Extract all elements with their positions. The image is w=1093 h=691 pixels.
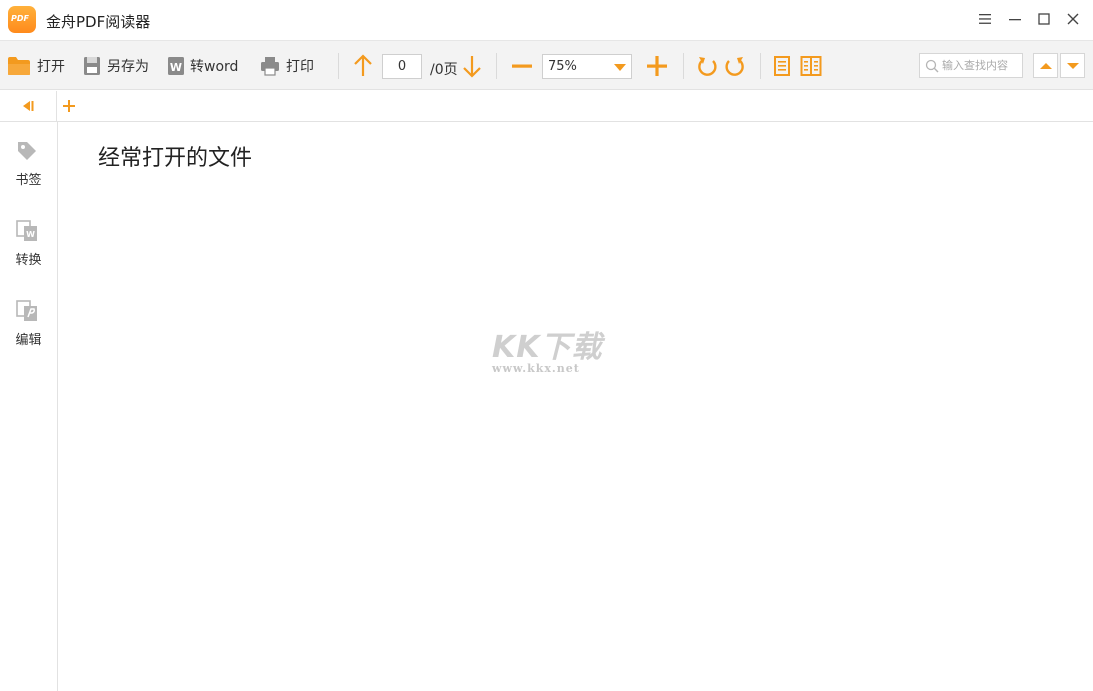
- search-icon: [925, 59, 939, 73]
- save-as-label: 另存为: [107, 59, 149, 75]
- watermark: KK下载 www.kkx.net: [490, 318, 620, 378]
- close-icon: [1067, 13, 1079, 25]
- print-label: 打印: [286, 59, 314, 75]
- arrow-down-icon: [463, 56, 481, 78]
- open-button[interactable]: 打开: [7, 54, 65, 78]
- main-content: 经常打开的文件 KK下载 www.kkx.net: [58, 122, 1093, 691]
- zoom-in-button[interactable]: [646, 54, 668, 78]
- zoom-value: 75%: [548, 59, 577, 74]
- close-button[interactable]: [1060, 8, 1086, 30]
- collapse-left-icon: [23, 101, 34, 111]
- minus-icon: [512, 64, 532, 68]
- sidebar-item-label: 转换: [15, 253, 42, 268]
- recent-files-title: 经常打开的文件: [98, 146, 253, 171]
- previous-page-button[interactable]: [352, 54, 374, 78]
- triangle-down-icon: [1066, 62, 1079, 69]
- plus-icon: [63, 100, 75, 112]
- search-previous-button[interactable]: [1033, 53, 1058, 78]
- menu-button[interactable]: [972, 8, 998, 30]
- rotate-right-icon: [725, 57, 744, 76]
- minimize-icon: [1009, 19, 1021, 21]
- single-page-icon: [774, 56, 790, 76]
- next-page-button[interactable]: [461, 54, 483, 78]
- sidebar: 书签 W 转换 编辑: [0, 122, 58, 691]
- single-page-view-button[interactable]: [773, 54, 791, 78]
- toolbar-divider: [760, 53, 761, 79]
- page-total: /0页: [430, 62, 458, 78]
- convert-icon: W: [16, 220, 37, 241]
- word-icon: W: [168, 57, 184, 75]
- rotate-left-icon: [698, 57, 717, 76]
- title-bar: PDF 金舟PDF阅读器: [0, 0, 1093, 40]
- sidebar-item-label: 书签: [15, 173, 42, 188]
- word-badge: W: [170, 61, 182, 74]
- toolbar-divider: [496, 53, 497, 79]
- toolbar: 打开 另存为 W 转word 打印 /0页 75%: [0, 40, 1093, 90]
- plus-icon: [647, 56, 667, 76]
- zoom-out-button[interactable]: [511, 54, 533, 78]
- maximize-button[interactable]: [1031, 8, 1057, 30]
- search-box: [919, 53, 1023, 78]
- app-logo-text: PDF: [11, 14, 29, 23]
- save-as-button[interactable]: 另存为: [83, 54, 149, 78]
- sidebar-item-bookmarks[interactable]: 书签: [0, 122, 57, 188]
- word-badge: W: [26, 230, 35, 239]
- search-input[interactable]: [942, 57, 1020, 74]
- menu-icon: [979, 14, 991, 24]
- watermark-url: www.kkx.net: [492, 362, 580, 375]
- double-page-view-button[interactable]: [800, 54, 822, 78]
- open-label: 打开: [37, 59, 65, 75]
- to-word-label: 转word: [190, 59, 239, 75]
- toolbar-divider: [683, 53, 684, 79]
- app-logo: PDF: [8, 6, 36, 33]
- edit-icon: [16, 300, 37, 321]
- folder-icon: [8, 57, 30, 75]
- triangle-up-icon: [1039, 62, 1052, 69]
- tab-bar: [0, 91, 1093, 122]
- app-title: 金舟PDF阅读器: [46, 13, 151, 31]
- minimize-button[interactable]: [1002, 8, 1028, 30]
- tag-icon: [18, 142, 36, 160]
- collapse-sidebar-button[interactable]: [0, 91, 57, 121]
- maximize-icon: [1038, 13, 1050, 25]
- double-page-icon: [800, 56, 822, 76]
- search-next-button[interactable]: [1060, 53, 1085, 78]
- sidebar-item-label: 编辑: [15, 333, 42, 348]
- rotate-right-button[interactable]: [724, 54, 746, 78]
- chevron-down-icon: [614, 64, 626, 71]
- sidebar-item-convert[interactable]: W 转换: [0, 202, 57, 268]
- page-number-input[interactable]: [382, 54, 422, 79]
- print-button[interactable]: 打印: [260, 54, 314, 78]
- sidebar-item-edit[interactable]: 编辑: [0, 282, 57, 348]
- watermark-text: KK下载: [492, 330, 603, 365]
- add-tab-button[interactable]: [60, 96, 78, 116]
- printer-icon: [261, 57, 279, 76]
- arrow-up-icon: [354, 54, 372, 76]
- rotate-left-button[interactable]: [696, 54, 718, 78]
- save-icon: [84, 57, 100, 75]
- zoom-select[interactable]: 75%: [542, 54, 632, 79]
- to-word-button[interactable]: W 转word: [167, 54, 238, 78]
- toolbar-divider: [338, 53, 339, 79]
